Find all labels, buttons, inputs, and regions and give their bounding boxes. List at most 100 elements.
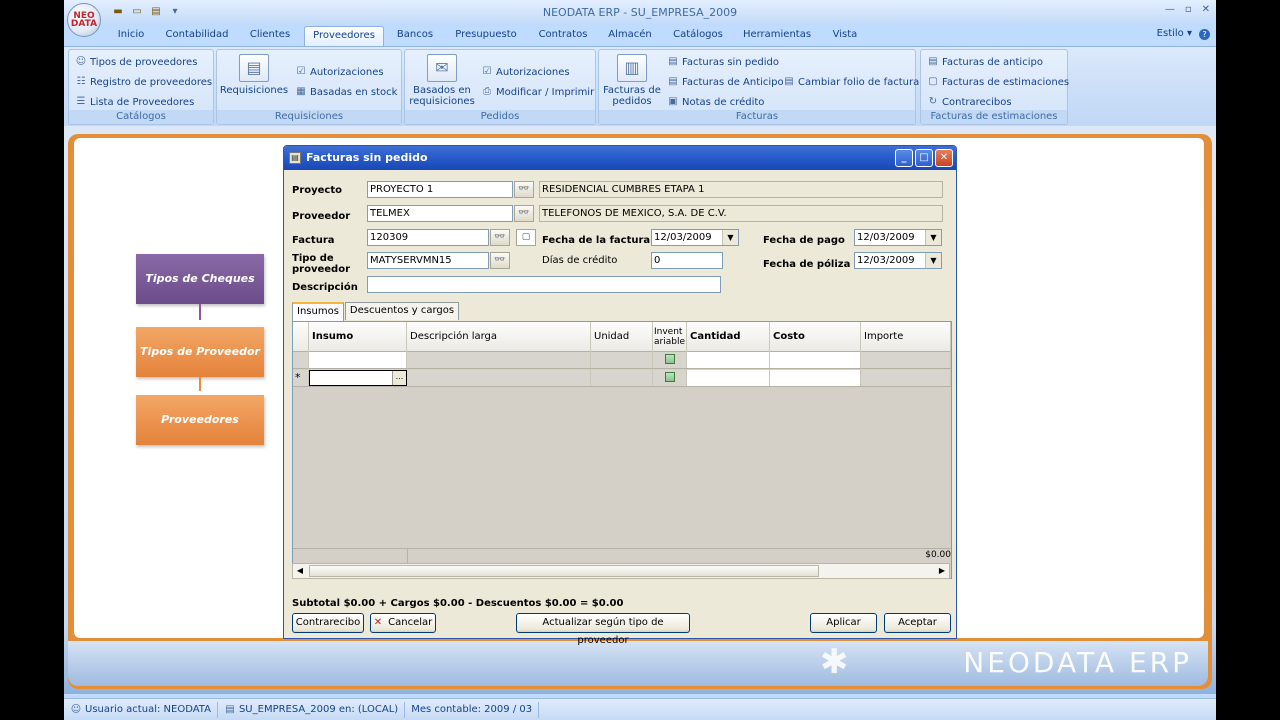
tab-clientes[interactable]: Clientes: [246, 26, 294, 46]
cell-inventariable[interactable]: [653, 370, 687, 386]
descripcion-input[interactable]: [367, 276, 721, 293]
tab-insumos[interactable]: Insumos: [292, 302, 344, 321]
credit-note-icon: ▣: [668, 96, 678, 107]
tab-proveedores[interactable]: Proveedores: [304, 26, 384, 46]
lista-proveedores-button[interactable]: ☰ Lista de Proveedores: [75, 94, 195, 110]
aplicar-button[interactable]: Aplicar: [810, 613, 877, 633]
app-logo[interactable]: NEO DATA: [67, 3, 101, 37]
tipo-proveedor-input[interactable]: MATYSERVMN15: [367, 252, 489, 269]
flow-box-tipos-cheques[interactable]: Tipos de Cheques: [136, 254, 264, 304]
proyecto-name-field: RESIDENCIAL CUMBRES ETAPA 1: [539, 181, 943, 198]
proyecto-search-icon[interactable]: 👓: [514, 181, 534, 198]
actualizar-tipo-proveedor-button[interactable]: Actualizar según tipo de proveedor: [516, 613, 690, 646]
table-row[interactable]: [293, 352, 951, 369]
cell-importe: [861, 370, 951, 386]
refresh-icon: ↻: [928, 96, 938, 107]
fecha-factura-dropdown[interactable]: 12/03/2009 ▼: [651, 229, 739, 246]
contrarecibo-button[interactable]: Contrarecibo: [292, 613, 364, 633]
cell-insumo[interactable]: [309, 352, 407, 368]
proyecto-input[interactable]: PROYECTO 1: [367, 181, 513, 198]
cell-insumo-editing[interactable]: ...: [309, 370, 407, 386]
tab-almacen[interactable]: Almacén: [604, 26, 656, 46]
col-costo[interactable]: Costo: [770, 322, 861, 352]
facturas-anticipo-button[interactable]: ▤ Facturas de Anticipo: [667, 74, 783, 90]
scroll-right-icon[interactable]: ▶: [935, 564, 949, 578]
help-icon[interactable]: ?: [1199, 29, 1210, 40]
factura-search-icon[interactable]: 👓: [490, 229, 510, 246]
minimize-icon[interactable]: —: [1165, 4, 1175, 15]
flow-box-proveedores[interactable]: Proveedores: [136, 395, 264, 445]
tipo-proveedor-search-icon[interactable]: 👓: [490, 252, 510, 269]
tab-vista[interactable]: Vista: [826, 26, 864, 46]
col-inventariable[interactable]: Invent ariable: [653, 322, 687, 352]
cell-cantidad[interactable]: [687, 370, 770, 386]
registro-proveedores-button[interactable]: ☷ Registro de proveedores: [75, 74, 213, 90]
dialog-maximize-icon[interactable]: □: [915, 149, 933, 167]
tab-contratos[interactable]: Contratos: [534, 26, 592, 46]
aceptar-button[interactable]: Aceptar: [884, 613, 951, 633]
scroll-thumb[interactable]: [309, 565, 819, 577]
ped-autorizaciones-button[interactable]: ☑ Autorizaciones: [481, 64, 570, 80]
cell-inventariable[interactable]: [653, 352, 687, 368]
table-row-new[interactable]: * ...: [293, 370, 951, 387]
col-descripcion-larga[interactable]: Descripción larga: [407, 322, 591, 352]
tipos-proveedores-button[interactable]: ☺ Tipos de proveedores: [75, 54, 198, 70]
status-usuario: ☺ Usuario actual: NEODATA: [64, 701, 218, 718]
tab-catalogos[interactable]: Catálogos: [668, 26, 728, 46]
tab-herramientas[interactable]: Herramientas: [740, 26, 814, 46]
estilo-menu[interactable]: Estilo ▾: [1157, 28, 1192, 39]
dias-credito-input[interactable]: 0: [651, 252, 723, 269]
fecha-pago-dropdown[interactable]: 12/03/2009 ▼: [854, 229, 942, 246]
contrarecibos-button[interactable]: ↻ Contrarecibos: [927, 94, 1012, 110]
close-icon[interactable]: ✕: [1202, 4, 1210, 15]
facturas-pedidos-button[interactable]: ▥ Facturas de pedidos: [603, 54, 661, 107]
inventariable-checkbox[interactable]: [664, 354, 675, 364]
cell-cantidad[interactable]: [687, 352, 770, 368]
restore-icon[interactable]: ▫: [1185, 4, 1192, 15]
cell-costo[interactable]: [770, 370, 861, 386]
check-icon: ☑: [296, 66, 306, 77]
cancelar-button[interactable]: ✕ Cancelar: [370, 613, 436, 633]
totals-summary: Subtotal $0.00 + Cargos $0.00 - Descuent…: [292, 598, 624, 609]
group-label-catalogos: Catálogos: [69, 110, 213, 124]
proveedor-search-icon[interactable]: 👓: [514, 205, 534, 222]
tab-contabilidad[interactable]: Contabilidad: [162, 26, 232, 46]
basados-requisiciones-button[interactable]: ✉ Basados en requisiciones: [407, 54, 477, 107]
facturas-estimaciones-button[interactable]: ▢ Facturas de estimaciones: [927, 74, 1069, 90]
proveedor-name-field: TELEFONOS DE MEXICO, S.A. DE C.V.: [539, 205, 943, 222]
basadas-stock-button[interactable]: ▦ Basadas en stock: [295, 84, 397, 100]
facturas-sin-pedido-button[interactable]: ▤ Facturas sin pedido: [667, 54, 779, 70]
fecha-poliza-dropdown[interactable]: 12/03/2009 ▼: [854, 252, 942, 269]
col-unidad[interactable]: Unidad: [591, 322, 653, 352]
proveedor-input[interactable]: TELMEX: [367, 205, 513, 222]
req-autorizaciones-button[interactable]: ☑ Autorizaciones: [295, 64, 384, 80]
col-importe[interactable]: Importe: [861, 322, 951, 352]
title-bar: ▬ ▭ ▤ ▾ NEODATA ERP - SU_EMPRESA_2009 — …: [64, 0, 1216, 24]
subtabs: Insumos Descuentos y cargos: [292, 302, 460, 321]
cell-costo[interactable]: [770, 352, 861, 368]
dialog-body: Proyecto Proveedor Factura Tipo de prove…: [288, 172, 952, 646]
est-facturas-anticipo-button[interactable]: ▤ Facturas de anticipo: [927, 54, 1043, 70]
modificar-imprimir-button[interactable]: ⎙ Modificar / Imprimir: [481, 84, 594, 100]
notas-credito-button[interactable]: ▣ Notas de crédito: [667, 94, 764, 110]
tab-inicio[interactable]: Inicio: [112, 26, 150, 46]
status-bar: ☺ Usuario actual: NEODATA ▤ SU_EMPRESA_200…: [64, 698, 1216, 720]
tab-descuentos-cargos[interactable]: Descuentos y cargos: [344, 302, 460, 320]
requisiciones-button[interactable]: ▤ Requisiciones: [220, 54, 288, 96]
dialog-minimize-icon[interactable]: _: [895, 149, 913, 167]
factura-input[interactable]: 120309: [367, 229, 489, 246]
tab-presupuesto[interactable]: Presupuesto: [449, 26, 523, 46]
tab-bancos[interactable]: Bancos: [394, 26, 436, 46]
scroll-left-icon[interactable]: ◀: [293, 564, 307, 578]
factura-document-icon[interactable]: ▢: [516, 229, 536, 246]
flow-box-tipos-proveedor[interactable]: Tipos de Proveedor: [136, 327, 264, 377]
cambiar-folio-button[interactable]: ▤ Cambiar folio de factura: [783, 74, 919, 90]
col-insumo[interactable]: Insumo: [309, 322, 407, 352]
ellipsis-icon[interactable]: ...: [392, 371, 406, 385]
label-proyecto: Proyecto: [292, 185, 343, 196]
col-cantidad[interactable]: Cantidad: [687, 322, 770, 352]
new-row-marker: *: [293, 370, 309, 386]
inventariable-checkbox[interactable]: [664, 372, 675, 382]
grid-horizontal-scrollbar[interactable]: ◀ ▶: [292, 563, 950, 579]
dialog-close-icon[interactable]: ✕: [935, 149, 953, 167]
